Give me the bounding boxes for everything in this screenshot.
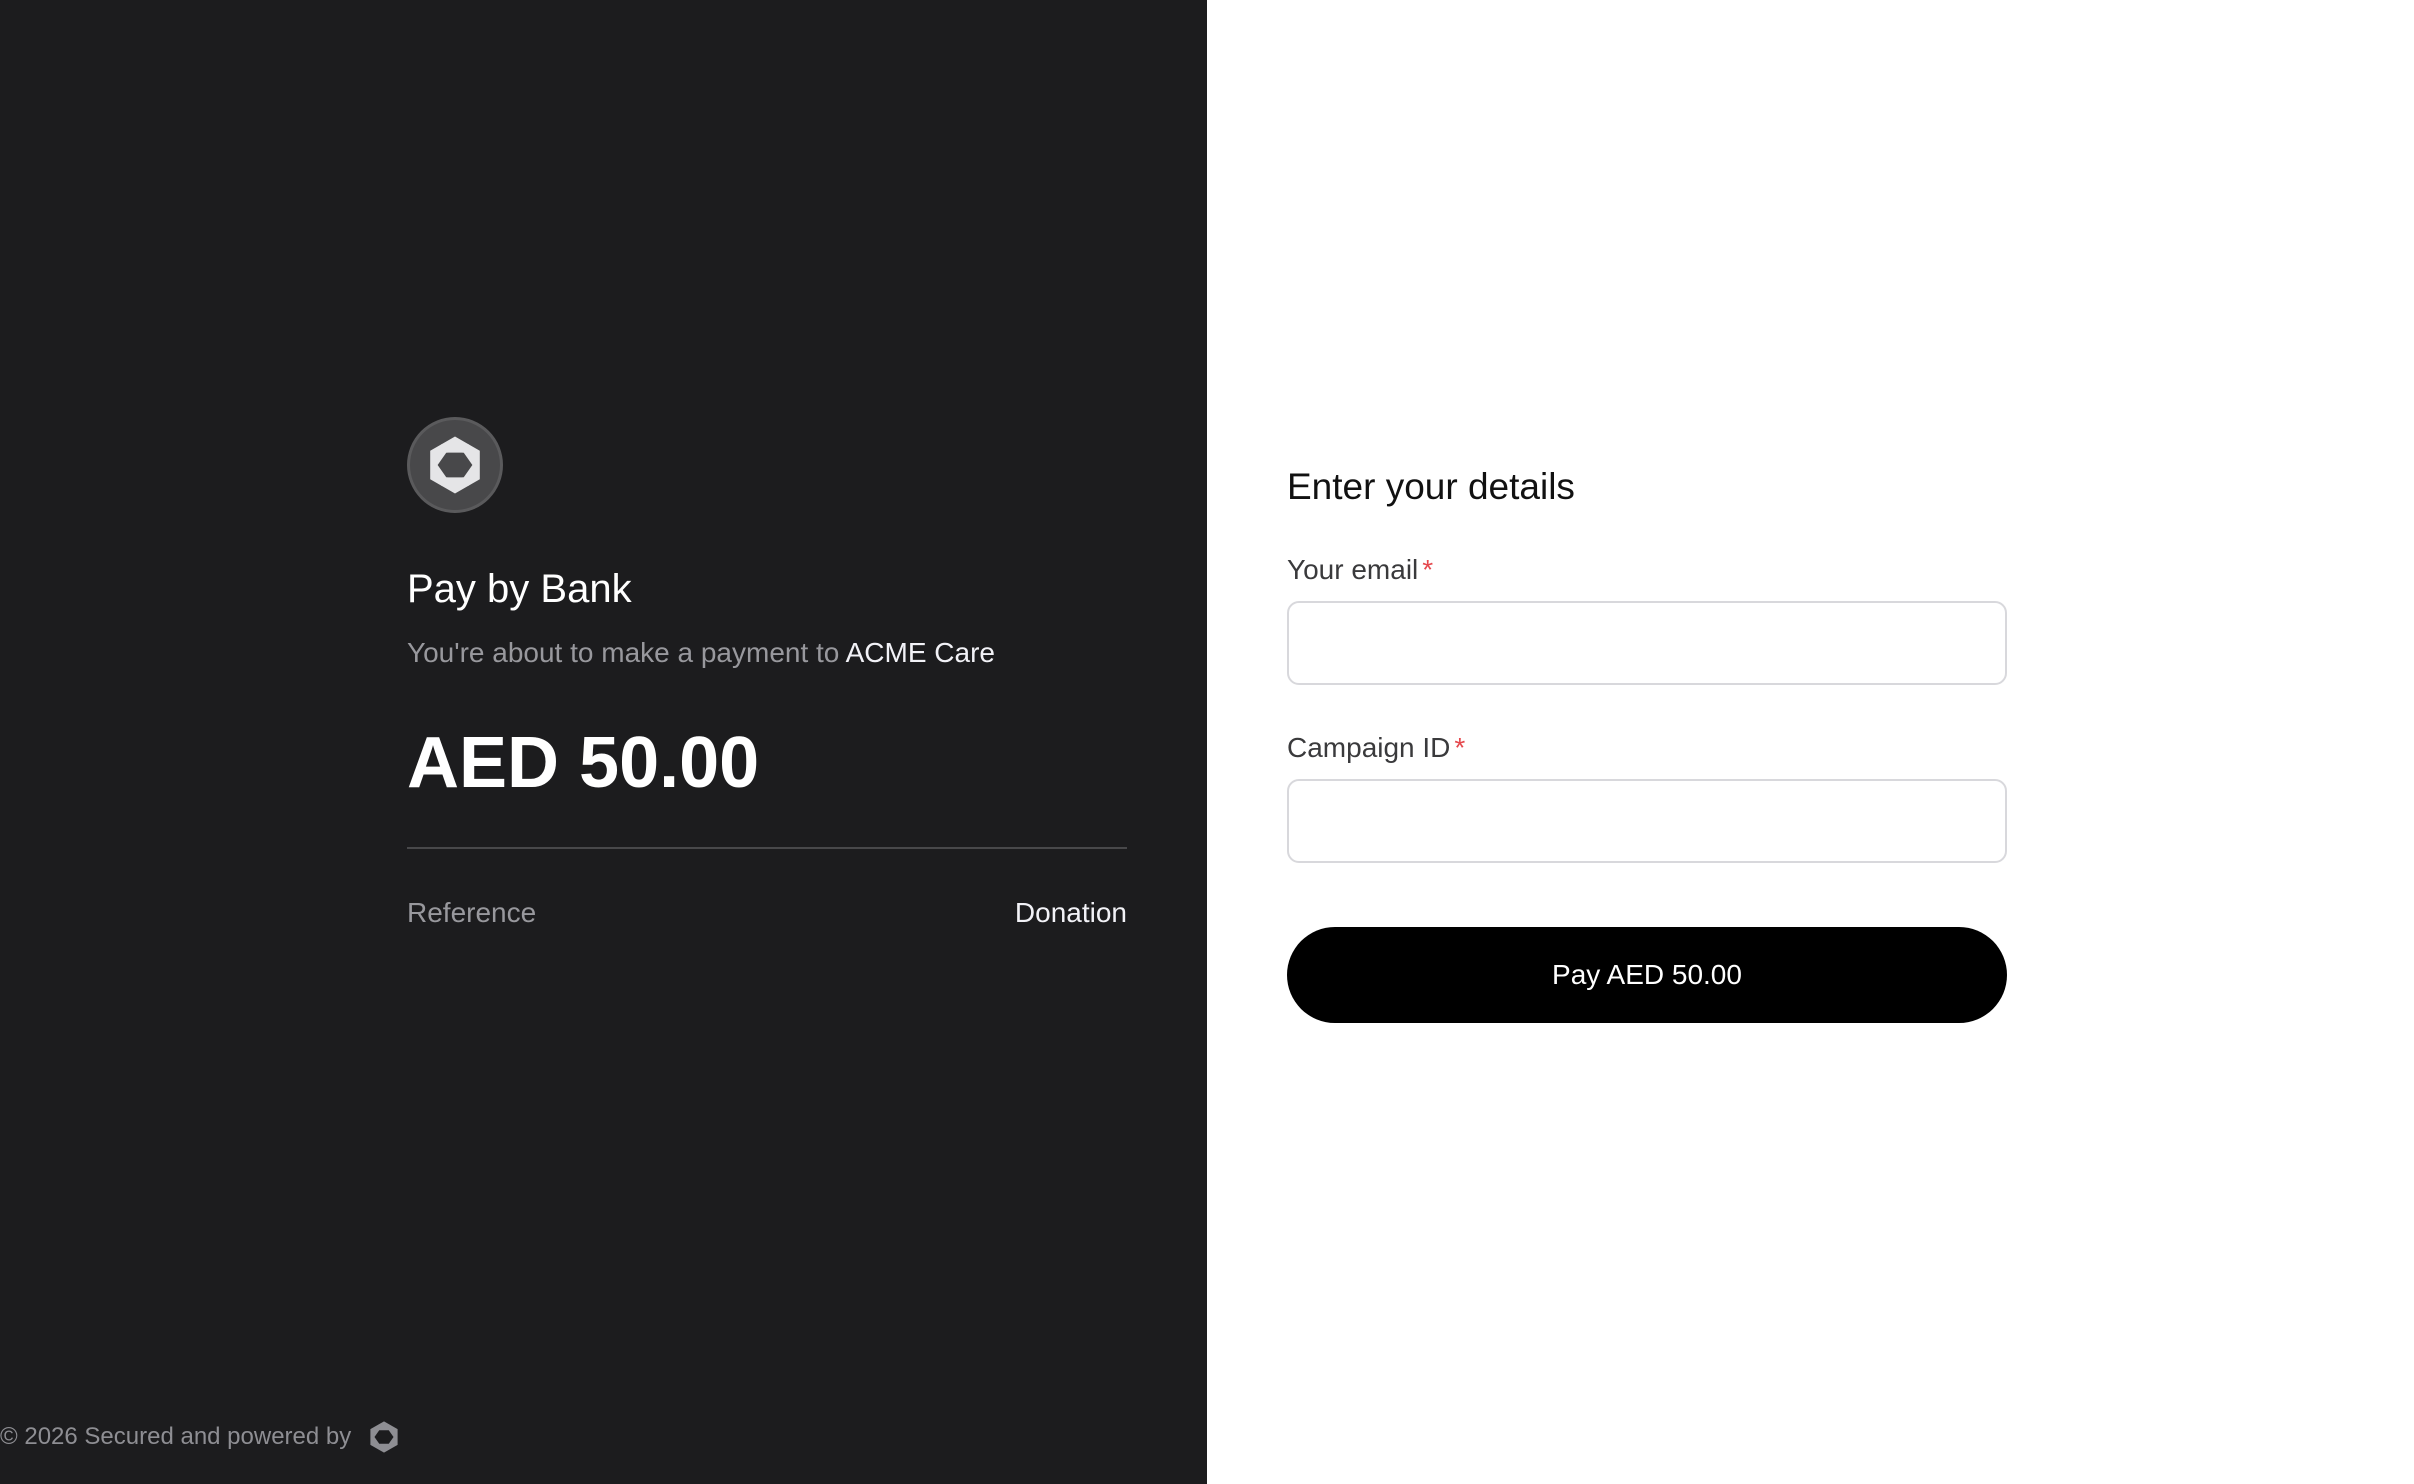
merchant-name: ACME Care: [845, 637, 995, 668]
form-title: Enter your details: [1287, 466, 1575, 507]
footer-text: © 2026 Secured and powered by: [0, 1423, 352, 1450]
email-label: Your email *: [1287, 553, 2007, 587]
campaign-id-label: Campaign ID *: [1287, 731, 2007, 765]
hexagon-logo-icon: [430, 436, 480, 494]
required-marker: *: [1422, 554, 1434, 586]
footer: © 2026 Secured and powered by: [0, 1420, 401, 1454]
subtitle-text: You're about to make a payment to: [407, 637, 840, 668]
reference-label: Reference: [407, 897, 537, 929]
pay-button[interactable]: Pay AED 50.00: [1287, 926, 2007, 1023]
details-form: Enter your details Your email * Campaign …: [1287, 465, 2007, 1023]
brand-title: Pay by Bank: [407, 567, 632, 611]
email-field[interactable]: [1287, 600, 2007, 685]
divider: [407, 847, 1127, 850]
required-marker: *: [1454, 731, 1466, 763]
checkout-page: Pay by Bank You're about to make a payme…: [0, 0, 2414, 1484]
details-panel: Enter your details Your email * Campaign …: [1207, 0, 2414, 1484]
payment-amount: AED 50.00: [407, 723, 760, 804]
reference-row: Reference Donation: [407, 899, 1127, 927]
payment-subtitle: You're about to make a payment to ACME C…: [407, 635, 1127, 671]
reference-value: Donation: [1014, 897, 1127, 929]
payment-summary: Pay by Bank You're about to make a payme…: [407, 417, 1127, 927]
powered-by-logo-icon: [370, 1421, 398, 1453]
campaign-id-label-text: Campaign ID: [1287, 731, 1451, 763]
merchant-logo: [407, 417, 503, 513]
campaign-id-field[interactable]: [1287, 778, 2007, 863]
payment-summary-panel: Pay by Bank You're about to make a payme…: [0, 0, 1207, 1484]
email-label-text: Your email: [1287, 554, 1419, 586]
